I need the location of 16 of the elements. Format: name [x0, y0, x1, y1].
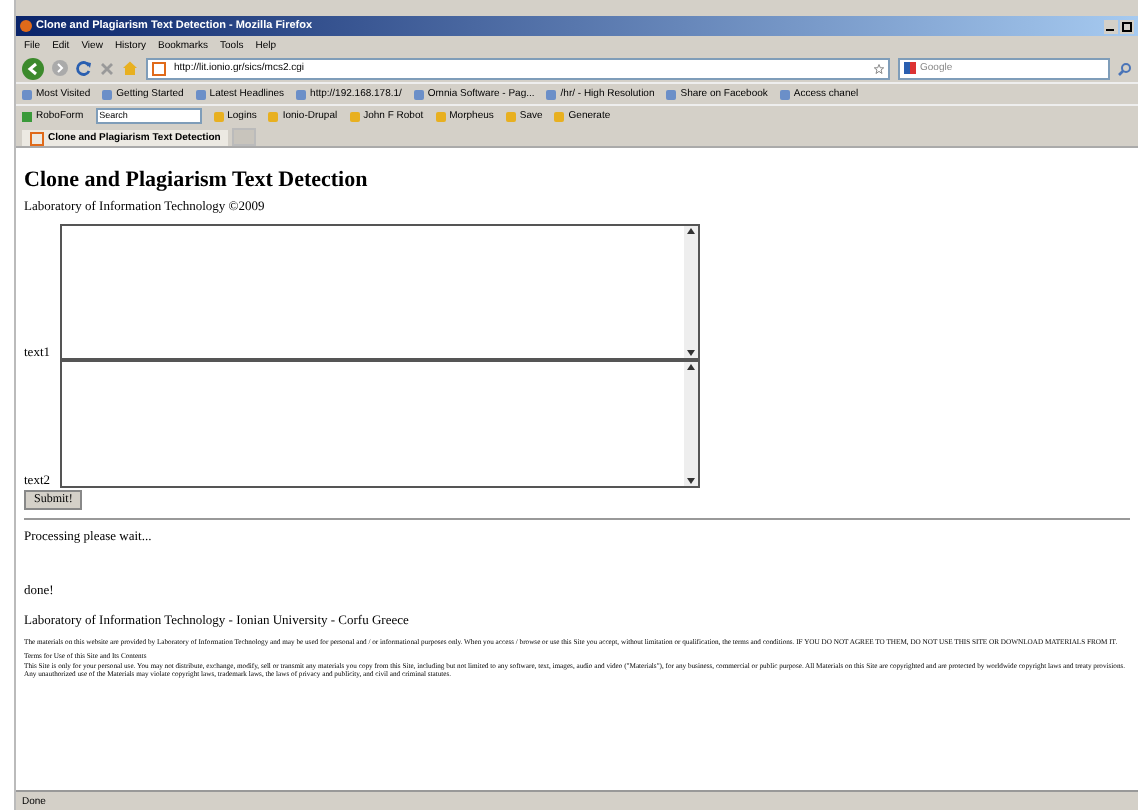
scroll-up-icon[interactable] — [686, 362, 696, 372]
scroll-up-icon[interactable] — [686, 226, 696, 236]
scroll-down-icon[interactable] — [686, 476, 696, 486]
scrollbar[interactable] — [684, 226, 698, 358]
search-icon[interactable] — [1118, 61, 1132, 75]
reload-icon[interactable] — [76, 60, 92, 76]
scroll-down-icon[interactable] — [686, 348, 696, 358]
star-icon[interactable] — [874, 63, 884, 73]
browser-icon — [20, 20, 32, 32]
minimize-button[interactable] — [1104, 19, 1118, 33]
back-icon[interactable] — [22, 57, 44, 79]
page-heading: Clone and Plagiarism Text Detection — [24, 168, 370, 192]
text-area[interactable] — [60, 360, 700, 488]
scrollbar[interactable] — [684, 362, 698, 486]
maximize-button[interactable] — [1120, 19, 1134, 33]
text-area[interactable] — [60, 224, 700, 360]
